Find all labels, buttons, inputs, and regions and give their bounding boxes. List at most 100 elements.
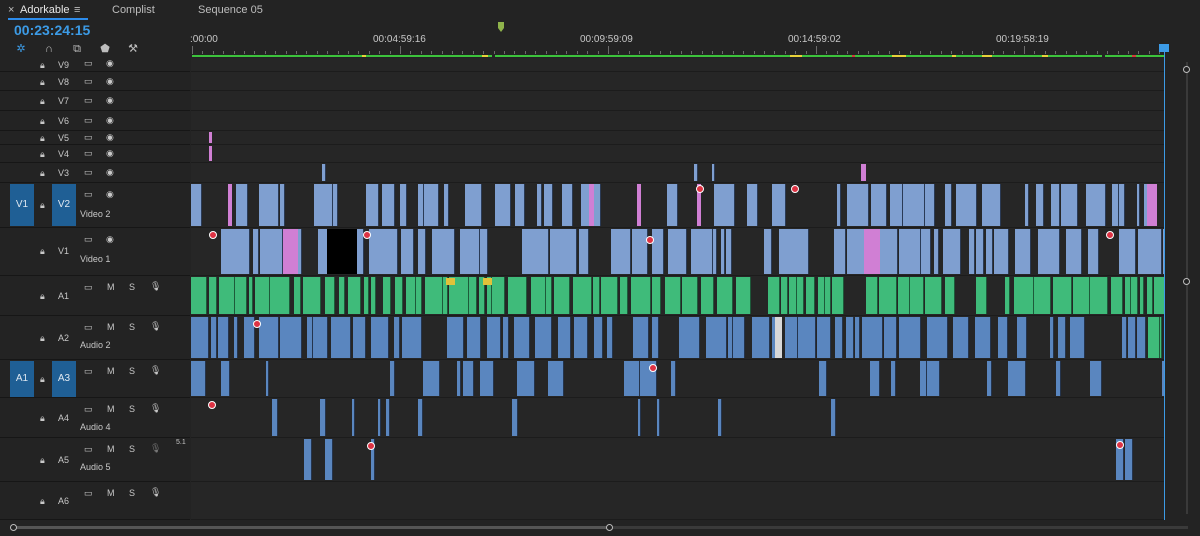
- clip[interactable]: [833, 229, 847, 274]
- clip[interactable]: [788, 277, 797, 314]
- clip[interactable]: [324, 439, 334, 480]
- lock-icon[interactable]: 🔒︎: [40, 246, 45, 256]
- clip[interactable]: [1085, 184, 1106, 226]
- clip[interactable]: [352, 317, 366, 358]
- track-name-a5[interactable]: Audio 5: [80, 462, 111, 472]
- clip[interactable]: [817, 317, 832, 358]
- clip[interactable]: [927, 317, 948, 358]
- clip[interactable]: [221, 229, 250, 274]
- track-label-a1[interactable]: A1: [58, 291, 69, 301]
- microphone-icon[interactable]: 🎙︎: [150, 321, 161, 331]
- eye-icon[interactable]: ◉: [106, 58, 114, 68]
- clip[interactable]: [259, 184, 280, 226]
- clip[interactable]: [307, 317, 313, 358]
- eye-icon[interactable]: ◉: [106, 167, 114, 177]
- close-icon[interactable]: ×: [8, 0, 14, 20]
- track-lane-v4[interactable]: [191, 145, 1165, 163]
- clip[interactable]: [720, 229, 726, 274]
- clip[interactable]: [1160, 317, 1162, 358]
- vertical-scroll-top-handle[interactable]: [1183, 66, 1190, 73]
- clip[interactable]: [705, 317, 728, 358]
- sync-lock-icon[interactable]: ▭: [84, 132, 93, 142]
- clip[interactable]: [903, 184, 925, 226]
- solo-button[interactable]: S: [129, 488, 135, 498]
- clip[interactable]: [1148, 317, 1160, 358]
- effect-badge-icon[interactable]: [649, 364, 657, 372]
- clip[interactable]: [637, 399, 642, 436]
- clip[interactable]: [1131, 277, 1138, 314]
- clip[interactable]: [464, 184, 482, 226]
- effect-badge-icon[interactable]: [209, 231, 217, 239]
- clip[interactable]: [651, 277, 661, 314]
- clip[interactable]: [1014, 277, 1034, 314]
- linked-selection-icon[interactable]: ⧉: [70, 42, 84, 56]
- clip[interactable]: [1057, 317, 1067, 358]
- clip[interactable]: [233, 317, 238, 358]
- solo-button[interactable]: S: [129, 282, 135, 292]
- time-ruler[interactable]: :00:00 00:04:59:16 00:09:59:09 00:14:59:…: [190, 20, 1180, 60]
- track-lane-a6[interactable]: [191, 482, 1165, 520]
- clip[interactable]: [1140, 277, 1145, 314]
- clip[interactable]: [218, 317, 230, 358]
- track-lane-a2[interactable]: [191, 316, 1165, 360]
- clip[interactable]: [313, 184, 333, 226]
- clip[interactable]: [925, 277, 942, 314]
- track-label-v1[interactable]: V1: [58, 246, 69, 256]
- clip[interactable]: [611, 229, 632, 274]
- clip[interactable]: [861, 317, 884, 358]
- clip[interactable]: [779, 229, 809, 274]
- clip[interactable]: [944, 184, 953, 226]
- clip[interactable]: [333, 184, 338, 226]
- clip[interactable]: [417, 399, 424, 436]
- lock-icon[interactable]: 🔒︎: [40, 200, 45, 210]
- clip[interactable]: [871, 184, 888, 226]
- clip[interactable]: [772, 184, 786, 226]
- clip[interactable]: [920, 229, 932, 274]
- clip[interactable]: [394, 317, 400, 358]
- clip[interactable]: [987, 361, 992, 396]
- lock-icon[interactable]: 🔒︎: [40, 333, 45, 343]
- clip[interactable]: [933, 229, 940, 274]
- clip[interactable]: [466, 317, 482, 358]
- clip[interactable]: [781, 277, 788, 314]
- clip[interactable]: [1122, 317, 1127, 358]
- eye-icon[interactable]: ◉: [106, 115, 114, 125]
- microphone-icon[interactable]: 🎙︎: [150, 487, 161, 497]
- lock-icon[interactable]: 🔒︎: [40, 374, 45, 384]
- clip[interactable]: [1069, 317, 1086, 358]
- sync-lock-icon[interactable]: ▭: [84, 488, 93, 498]
- clip[interactable]: [593, 317, 604, 358]
- sync-lock-icon[interactable]: ▭: [84, 58, 93, 68]
- clip[interactable]: [253, 229, 260, 274]
- clip[interactable]: [544, 184, 554, 226]
- track-lane-a1[interactable]: [191, 276, 1165, 316]
- track-lane-v2[interactable]: [191, 183, 1165, 228]
- effect-badge-icon[interactable]: [791, 185, 799, 193]
- clip[interactable]: [797, 317, 816, 358]
- clip[interactable]: [280, 317, 302, 358]
- clip[interactable]: [313, 317, 328, 358]
- clip[interactable]: [422, 361, 441, 396]
- track-label-v9[interactable]: V9: [58, 60, 69, 70]
- clip[interactable]: [444, 184, 450, 226]
- clip[interactable]: [667, 229, 687, 274]
- clip[interactable]: [492, 277, 506, 314]
- clip[interactable]: [1087, 229, 1099, 274]
- clip[interactable]: [463, 361, 475, 396]
- eye-icon[interactable]: ◉: [106, 76, 114, 86]
- clip[interactable]: [432, 229, 456, 274]
- clip[interactable]: [700, 277, 714, 314]
- effect-badge-icon[interactable]: [1106, 231, 1114, 239]
- clip[interactable]: [667, 184, 679, 226]
- clip[interactable]: [898, 277, 910, 314]
- clip[interactable]: [694, 164, 699, 181]
- clip[interactable]: [1111, 277, 1123, 314]
- clip[interactable]: [836, 184, 841, 226]
- sync-lock-icon[interactable]: ▭: [84, 366, 93, 376]
- clip[interactable]: [878, 277, 898, 314]
- clip[interactable]: [993, 229, 1009, 274]
- clip[interactable]: [631, 229, 648, 274]
- clip[interactable]: [324, 277, 336, 314]
- lock-icon[interactable]: 🔒︎: [40, 291, 45, 301]
- track-label-v6[interactable]: V6: [58, 116, 69, 126]
